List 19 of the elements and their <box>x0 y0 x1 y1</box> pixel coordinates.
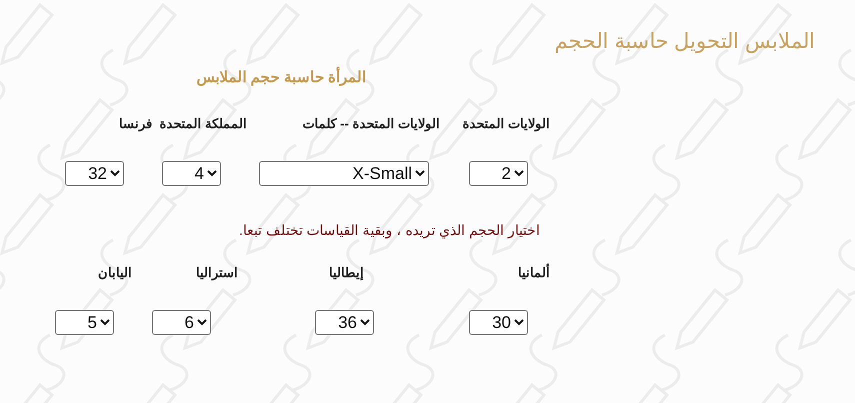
size-label: الولايات المتحدة <box>462 115 550 133</box>
size-select[interactable]: 4 <box>162 161 221 186</box>
size-label: ألمانيا <box>518 264 550 282</box>
size-select[interactable]: 5 <box>55 310 114 335</box>
size-label: المملكة المتحدة <box>159 115 247 133</box>
size-label: استراليا <box>196 264 238 282</box>
size-label: اليابان <box>98 264 132 282</box>
size-select[interactable]: 32 <box>65 161 124 186</box>
instruction-text: اختيار الحجم الذي تريده ، وبقية القياسات تختلف تبعا. <box>238 221 540 240</box>
size-label: الولايات المتحدة -- كلمات <box>302 115 440 133</box>
size-select[interactable]: 2 <box>469 161 528 186</box>
size-select[interactable]: 36 <box>315 310 374 335</box>
size-select[interactable]: 30 <box>469 310 528 335</box>
page-title: الملابس التحويل حاسبة الحجم <box>553 29 815 56</box>
size-select[interactable]: 6 <box>152 310 211 335</box>
size-select[interactable]: X-Small <box>259 161 429 186</box>
size-label: فرنسا <box>119 115 152 133</box>
size-label: إيطاليا <box>329 264 364 282</box>
calculator-heading: المرأة حاسبة حجم الملابس <box>50 68 550 88</box>
